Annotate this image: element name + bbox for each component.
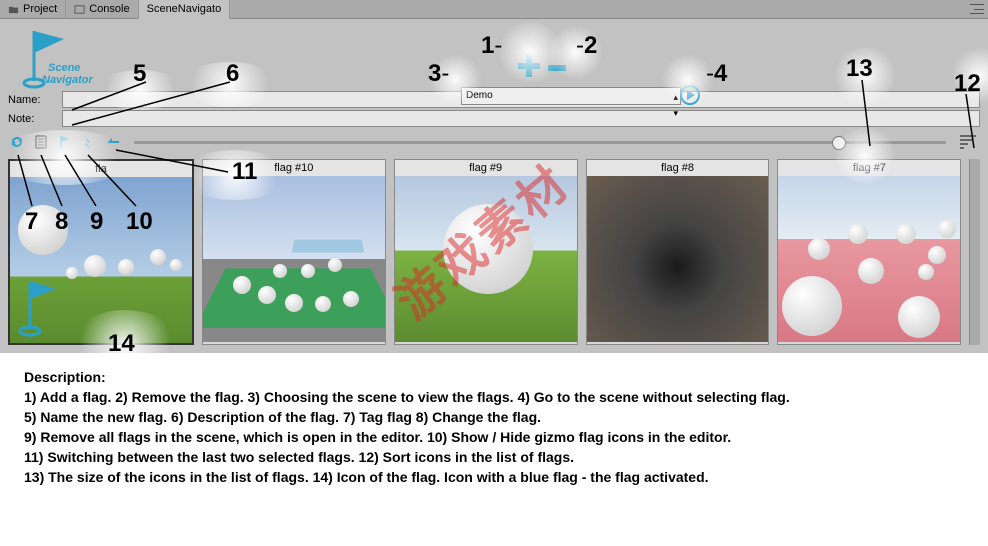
desc-line: 13) The size of the icons in the list of… xyxy=(24,467,964,487)
thumb-scrollbar[interactable] xyxy=(969,159,980,345)
description-block: 游戏素材 Description: 1) Add a flag. 2) Remo… xyxy=(0,353,988,501)
scene-dropdown[interactable]: Demo ▴▾ xyxy=(461,87,681,105)
remove-all-flags-button[interactable] xyxy=(56,133,74,151)
refresh-button[interactable] xyxy=(8,133,26,151)
thumb-title: flag #10 xyxy=(203,160,385,176)
icon-toolbar xyxy=(0,129,988,155)
tab-scene-nav-label: SceneNavigato xyxy=(147,3,222,15)
tab-project-label: Project xyxy=(23,3,57,15)
go-to-scene-button[interactable] xyxy=(680,85,700,108)
flag-thumb[interactable]: flag #9 xyxy=(394,159,578,345)
tab-console[interactable]: Console xyxy=(66,0,138,19)
desc-line: 11) Switching between the last two selec… xyxy=(24,447,964,467)
tab-project[interactable]: Project xyxy=(0,0,66,19)
flag-thumb[interactable]: flag #8 xyxy=(586,159,770,345)
remove-flag-button[interactable] xyxy=(548,65,566,71)
thumb-preview xyxy=(395,176,577,342)
note-label: Note: xyxy=(8,113,62,125)
flag-thumb[interactable]: fla xyxy=(8,159,194,345)
sort-button[interactable] xyxy=(960,135,976,149)
name-label: Name: xyxy=(8,94,62,106)
desc-line: 1) Add a flag. 2) Remove the flag. 3) Ch… xyxy=(24,387,964,407)
thumb-title: flag #8 xyxy=(587,160,769,176)
desc-line: 9) Remove all flags in the scene, which … xyxy=(24,427,964,447)
icon-size-slider[interactable] xyxy=(134,141,946,144)
flag-thumb[interactable]: flag #7 xyxy=(777,159,961,345)
tab-bar: Project Console SceneNavigato xyxy=(0,0,988,19)
thumb-preview xyxy=(587,176,769,342)
panel-options-icon[interactable] xyxy=(970,4,984,14)
thumb-title: flag #7 xyxy=(778,160,960,176)
flag-thumb[interactable]: flag #10 xyxy=(202,159,386,345)
thumb-preview xyxy=(203,176,385,342)
thumb-title: fla xyxy=(10,161,192,177)
dropdown-arrows-icon: ▴▾ xyxy=(673,89,678,121)
toolbar: Scene Navigator Demo ▴▾ xyxy=(0,19,988,91)
scene-navigator-logo: Scene Navigator xyxy=(12,23,102,91)
scene-dropdown-value: Demo xyxy=(466,90,493,101)
toggle-gizmo-button[interactable] xyxy=(80,133,98,151)
add-flag-button[interactable] xyxy=(518,55,540,80)
slider-handle[interactable] xyxy=(832,136,846,150)
thumb-preview xyxy=(10,177,192,343)
desc-line: 5) Name the new flag. 6) Description of … xyxy=(24,407,964,427)
thumb-preview xyxy=(778,176,960,342)
tab-console-label: Console xyxy=(89,3,129,15)
note-input[interactable] xyxy=(62,110,980,127)
active-flag-icon xyxy=(18,277,58,337)
thumb-title: flag #9 xyxy=(395,160,577,176)
console-icon xyxy=(74,4,85,15)
tab-scene-navigator[interactable]: SceneNavigato xyxy=(139,0,231,19)
switch-flags-button[interactable] xyxy=(104,133,122,151)
thumbnail-list: fla flag #10 xyxy=(0,155,988,353)
svg-text:Navigator: Navigator xyxy=(42,74,93,86)
change-flag-button[interactable] xyxy=(32,133,50,151)
desc-heading: Description: xyxy=(24,367,964,387)
svg-text:Scene: Scene xyxy=(48,62,80,74)
folder-icon xyxy=(8,4,19,15)
